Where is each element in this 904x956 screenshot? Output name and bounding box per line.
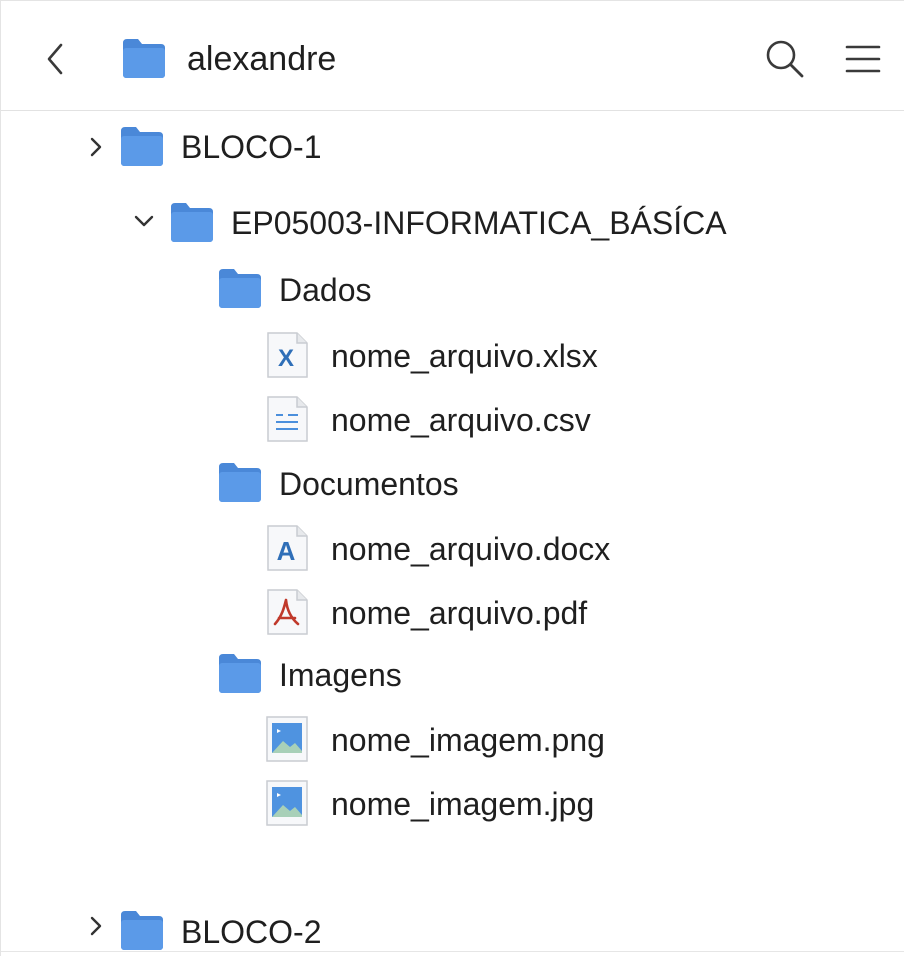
tree-item-imagens[interactable]: Imagens bbox=[1, 650, 904, 698]
tree-item-label: Documentos bbox=[279, 466, 459, 502]
folder-icon bbox=[169, 201, 215, 248]
excel-file-icon: X bbox=[265, 331, 309, 384]
chevron-down-icon[interactable] bbox=[133, 210, 155, 232]
svg-text:X: X bbox=[278, 345, 294, 372]
chevron-right-icon[interactable] bbox=[85, 136, 107, 158]
tree-item-documentos[interactable]: Documentos bbox=[1, 459, 904, 507]
tree-item-jpg[interactable]: nome_imagem.jpg bbox=[1, 779, 904, 827]
tree-item-bloco-2[interactable]: BLOCO-2 bbox=[1, 907, 904, 955]
tree-item-label: Dados bbox=[279, 272, 372, 308]
header-bar: alexandre bbox=[1, 1, 904, 111]
folder-icon bbox=[217, 652, 263, 699]
search-icon bbox=[766, 40, 804, 78]
tree-item-label: nome_arquivo.csv bbox=[331, 402, 591, 438]
tree-item-label: Imagens bbox=[279, 657, 402, 693]
tree-item-course[interactable]: EP05003-INFORMATICA_BÁSÍCA bbox=[1, 199, 904, 247]
tree-item-label: BLOCO-2 bbox=[181, 914, 322, 950]
tree-item-label: nome_imagem.jpg bbox=[331, 786, 595, 822]
folder-icon bbox=[119, 909, 165, 956]
tree-item-label: nome_imagem.png bbox=[331, 722, 605, 758]
tree-item-png[interactable]: nome_imagem.png bbox=[1, 715, 904, 763]
search-button[interactable] bbox=[763, 37, 807, 81]
folder-icon bbox=[119, 125, 165, 172]
chevron-right-icon[interactable] bbox=[85, 915, 107, 937]
current-folder-title: alexandre bbox=[187, 40, 337, 78]
tree-item-xlsx[interactable]: X nome_arquivo.xlsx bbox=[1, 331, 904, 379]
folder-icon bbox=[217, 267, 263, 314]
pdf-file-icon bbox=[265, 588, 309, 641]
image-file-icon bbox=[265, 715, 309, 768]
svg-text:A: A bbox=[277, 536, 296, 566]
chevron-left-icon bbox=[47, 43, 63, 75]
menu-button[interactable] bbox=[843, 41, 883, 77]
tree-item-bloco-1[interactable]: BLOCO-1 bbox=[1, 123, 904, 171]
tree-item-label: EP05003-INFORMATICA_BÁSÍCA bbox=[231, 205, 727, 241]
tree-item-docx[interactable]: A nome_arquivo.docx bbox=[1, 524, 904, 572]
hamburger-menu-icon bbox=[845, 45, 881, 73]
tree-item-label: nome_arquivo.xlsx bbox=[331, 338, 598, 374]
bottom-divider bbox=[1, 951, 904, 952]
tree-item-label: nome_arquivo.pdf bbox=[331, 595, 588, 631]
folder-icon bbox=[121, 37, 167, 84]
file-browser-window: alexandre BLOCO-1 EP05003-INFORMATICA_BÁ… bbox=[0, 0, 904, 956]
word-file-icon: A bbox=[265, 524, 309, 577]
tree-item-csv[interactable]: nome_arquivo.csv bbox=[1, 395, 904, 443]
tree-item-dados[interactable]: Dados bbox=[1, 265, 904, 313]
tree-item-label: nome_arquivo.docx bbox=[331, 531, 611, 567]
back-button[interactable] bbox=[41, 39, 71, 79]
tree-item-pdf[interactable]: nome_arquivo.pdf bbox=[1, 588, 904, 636]
csv-file-icon bbox=[265, 395, 309, 448]
folder-icon bbox=[217, 461, 263, 508]
tree-item-label: BLOCO-1 bbox=[181, 129, 322, 165]
image-file-icon bbox=[265, 779, 309, 832]
